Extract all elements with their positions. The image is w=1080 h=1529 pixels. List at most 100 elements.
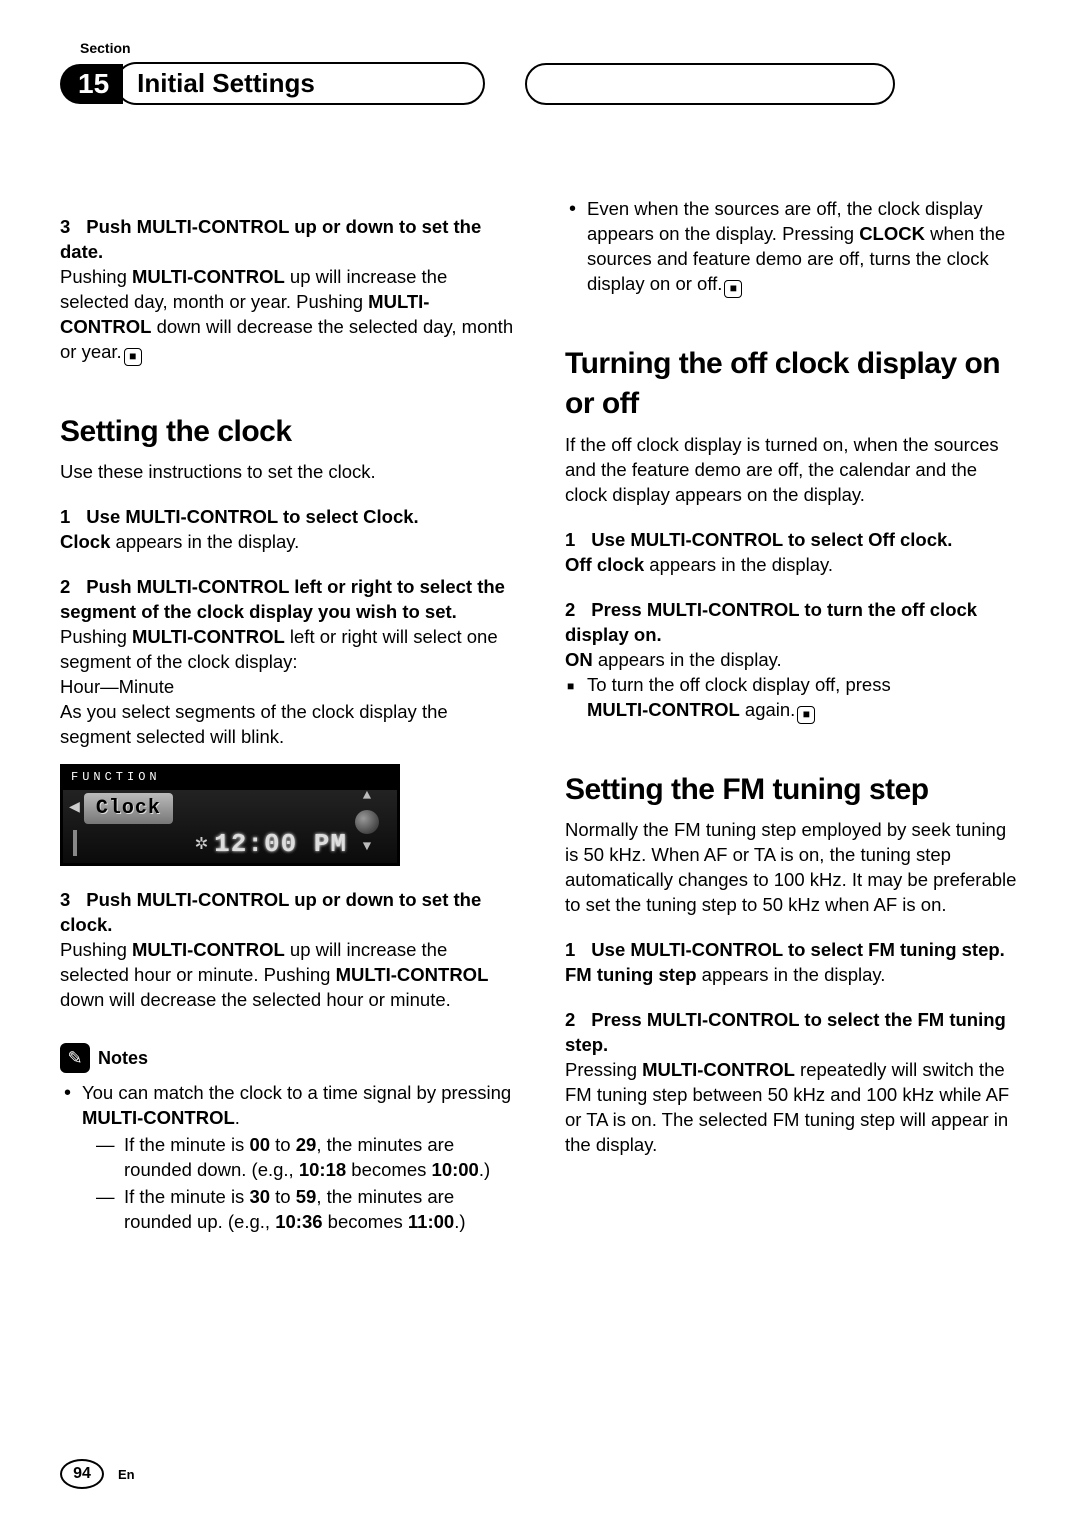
bold-text: 11:00 xyxy=(408,1211,454,1232)
section-label: Section xyxy=(80,40,1020,56)
text: becomes xyxy=(346,1159,431,1180)
note-subitem: If the minute is 30 to 59, the minutes a… xyxy=(82,1185,515,1235)
text: appears in the display. xyxy=(593,649,782,670)
square-bullet-list: To turn the off clock display off, press… xyxy=(565,673,1020,724)
page-number: 94 xyxy=(60,1459,104,1489)
notes-header: ✎ Notes xyxy=(60,1043,515,1073)
chapter-number-badge: 15 xyxy=(60,64,123,104)
segment-list: Hour—Minute xyxy=(60,675,515,700)
chapter-title: Initial Settings xyxy=(115,62,485,105)
bold-text: CLOCK xyxy=(859,223,925,244)
language-label: En xyxy=(118,1467,135,1482)
step-title: Push MULTI-CONTROL left or right to sele… xyxy=(60,576,505,622)
step-heading: 3Push MULTI-CONTROL up or down to set th… xyxy=(60,888,515,938)
bold-text: 10:18 xyxy=(299,1159,346,1180)
display-menu-label: Clock xyxy=(84,793,173,824)
knob-decoration: ▲ ▼ xyxy=(343,787,391,857)
display-illustration: FUNCTION ◀ Clock ✲ 12:00 PM ▲ ▼ xyxy=(60,764,400,866)
step-number: 3 xyxy=(60,215,70,240)
chapter-header: 15 Initial Settings xyxy=(60,62,1020,105)
bold-text: Clock xyxy=(60,531,110,552)
notes-list-continued: Even when the sources are off, the clock… xyxy=(565,197,1020,298)
heading-off-clock: Turning the off clock display on or off xyxy=(565,344,1020,425)
bold-text: Off clock xyxy=(565,554,644,575)
left-arrow-icon: ◀ xyxy=(69,796,80,820)
step-body: Clock appears in the display. xyxy=(60,530,515,555)
left-column: 3Push MULTI-CONTROL up or down to set th… xyxy=(60,195,515,1237)
end-mark-icon xyxy=(124,348,142,366)
page-footer: 94 En xyxy=(60,1459,135,1489)
bold-text: 10:00 xyxy=(432,1159,479,1180)
text: .) xyxy=(454,1211,465,1232)
list-item: To turn the off clock display off, press… xyxy=(565,673,1020,724)
note-item: Even when the sources are off, the clock… xyxy=(565,197,1020,298)
intro-text: If the off clock display is turned on, w… xyxy=(565,433,1020,508)
step-title: Press MULTI-CONTROL to turn the off cloc… xyxy=(565,599,977,645)
step-heading: 2Push MULTI-CONTROL left or right to sel… xyxy=(60,575,515,625)
bold-text: FM tuning step xyxy=(565,964,697,985)
step-title: Push MULTI-CONTROL up or down to set the… xyxy=(60,889,481,935)
step-body: Pushing MULTI-CONTROL up will increase t… xyxy=(60,938,515,1013)
notes-list: You can match the clock to a time signal… xyxy=(60,1081,515,1235)
text: Pressing xyxy=(565,1059,642,1080)
intro-text: Use these instructions to set the clock. xyxy=(60,460,515,485)
text: If the minute is xyxy=(124,1186,249,1207)
step-heading: 1Use MULTI-CONTROL to select Off clock. xyxy=(565,528,1020,553)
intro-text: Normally the FM tuning step employed by … xyxy=(565,818,1020,918)
bold-text: MULTI-CONTROL xyxy=(132,939,285,960)
text: . xyxy=(235,1107,240,1128)
step-number: 2 xyxy=(60,575,70,600)
note-subitem: If the minute is 00 to 29, the minutes a… xyxy=(82,1133,515,1183)
bold-text: ON xyxy=(565,649,593,670)
knob-icon xyxy=(355,810,379,834)
bold-text: MULTI-CONTROL xyxy=(642,1059,795,1080)
text: becomes xyxy=(323,1211,408,1232)
step-number: 1 xyxy=(565,938,575,963)
decorative-pill xyxy=(525,63,895,105)
bold-text: 10:36 xyxy=(275,1211,322,1232)
up-triangle-icon: ▲ xyxy=(363,787,371,806)
text: to xyxy=(270,1134,296,1155)
step-body: As you select segments of the clock disp… xyxy=(60,700,515,750)
step-body: ON appears in the display. xyxy=(565,648,1020,673)
step-title: Push MULTI-CONTROL up or down to set the… xyxy=(60,216,481,262)
text: Pushing xyxy=(60,266,132,287)
snowflake-icon: ✲ xyxy=(195,829,208,859)
step-title: Use MULTI-CONTROL to select Clock. xyxy=(86,506,418,527)
text: again. xyxy=(740,699,796,720)
step-title: Press MULTI-CONTROL to select the FM tun… xyxy=(565,1009,1006,1055)
step-body: Off clock appears in the display. xyxy=(565,553,1020,578)
step-heading: 2Press MULTI-CONTROL to turn the off clo… xyxy=(565,598,1020,648)
step-body: Pressing MULTI-CONTROL repeatedly will s… xyxy=(565,1058,1020,1158)
bold-text: 30 xyxy=(249,1186,270,1207)
bold-text: MULTI-CONTROL xyxy=(336,964,489,985)
step-number: 1 xyxy=(60,505,70,530)
end-mark-icon xyxy=(797,706,815,724)
pencil-icon: ✎ xyxy=(60,1043,90,1073)
end-mark-icon xyxy=(724,280,742,298)
text: appears in the display. xyxy=(644,554,833,575)
notes-title: Notes xyxy=(98,1046,148,1070)
right-column: Even when the sources are off, the clock… xyxy=(565,195,1020,1237)
text: Pushing xyxy=(60,939,132,960)
text: Pushing xyxy=(60,626,132,647)
bold-text: 59 xyxy=(296,1186,317,1207)
bold-text: 00 xyxy=(249,1134,270,1155)
step-number: 2 xyxy=(565,598,575,623)
step-heading: 2Press MULTI-CONTROL to select the FM tu… xyxy=(565,1008,1020,1058)
heading-fm-tuning: Setting the FM tuning step xyxy=(565,770,1020,811)
heading-setting-clock: Setting the clock xyxy=(60,412,515,453)
bold-text: 29 xyxy=(296,1134,317,1155)
bold-text: MULTI-CONTROL xyxy=(587,699,740,720)
step-body: Pushing MULTI-CONTROL up will increase t… xyxy=(60,265,515,366)
step-body: Pushing MULTI-CONTROL left or right will… xyxy=(60,625,515,675)
bold-text: MULTI-CONTROL xyxy=(82,1107,235,1128)
step-title: Use MULTI-CONTROL to select FM tuning st… xyxy=(591,939,1005,960)
text: down will decrease the selected hour or … xyxy=(60,989,451,1010)
step-heading: 1 Use MULTI-CONTROL to select Clock. xyxy=(60,505,515,530)
note-item: You can match the clock to a time signal… xyxy=(60,1081,515,1235)
text: .) xyxy=(479,1159,490,1180)
text: appears in the display. xyxy=(697,964,886,985)
text: To turn the off clock display off, press xyxy=(587,674,891,695)
note-sublist: If the minute is 00 to 29, the minutes a… xyxy=(82,1133,515,1235)
